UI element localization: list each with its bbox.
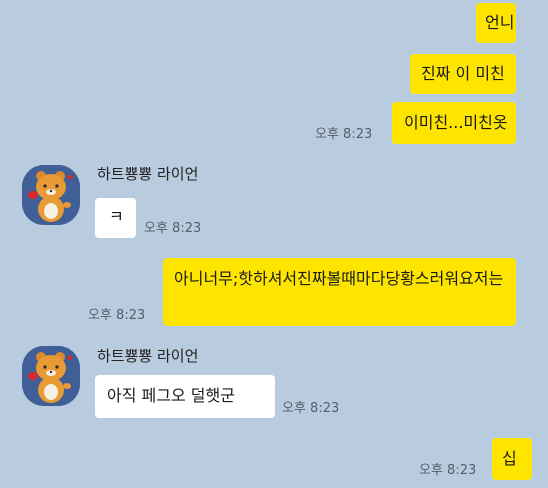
my-message-bubble[interactable]: 십	[492, 438, 532, 480]
profile-avatar[interactable]	[22, 165, 80, 225]
message-timestamp: 오후 8:23	[315, 127, 373, 142]
my-message-bubble[interactable]: 아니너무;핫하셔서진짜볼때마다당황스러워요저는	[163, 258, 516, 326]
message-timestamp: 오후 8:23	[88, 308, 146, 323]
other-message-bubble[interactable]: ㅋ	[95, 198, 136, 238]
my-message-bubble[interactable]: 이미친...미친옷	[392, 102, 516, 144]
ryan-character-icon	[22, 165, 80, 225]
message-timestamp: 오후 8:23	[419, 463, 477, 478]
ryan-character-icon	[22, 346, 80, 406]
profile-avatar[interactable]	[22, 346, 80, 406]
sender-name: 하트뿅뿅 라이언	[97, 347, 199, 365]
sender-name: 하트뿅뿅 라이언	[97, 165, 199, 183]
message-timestamp: 오후 8:23	[144, 221, 202, 236]
message-timestamp: 오후 8:23	[282, 401, 340, 416]
my-message-bubble[interactable]: 진짜 이 미친	[410, 54, 516, 94]
my-message-bubble[interactable]: 언니	[476, 3, 516, 43]
other-message-bubble[interactable]: 아직 페그오 덜햇군	[95, 375, 275, 418]
